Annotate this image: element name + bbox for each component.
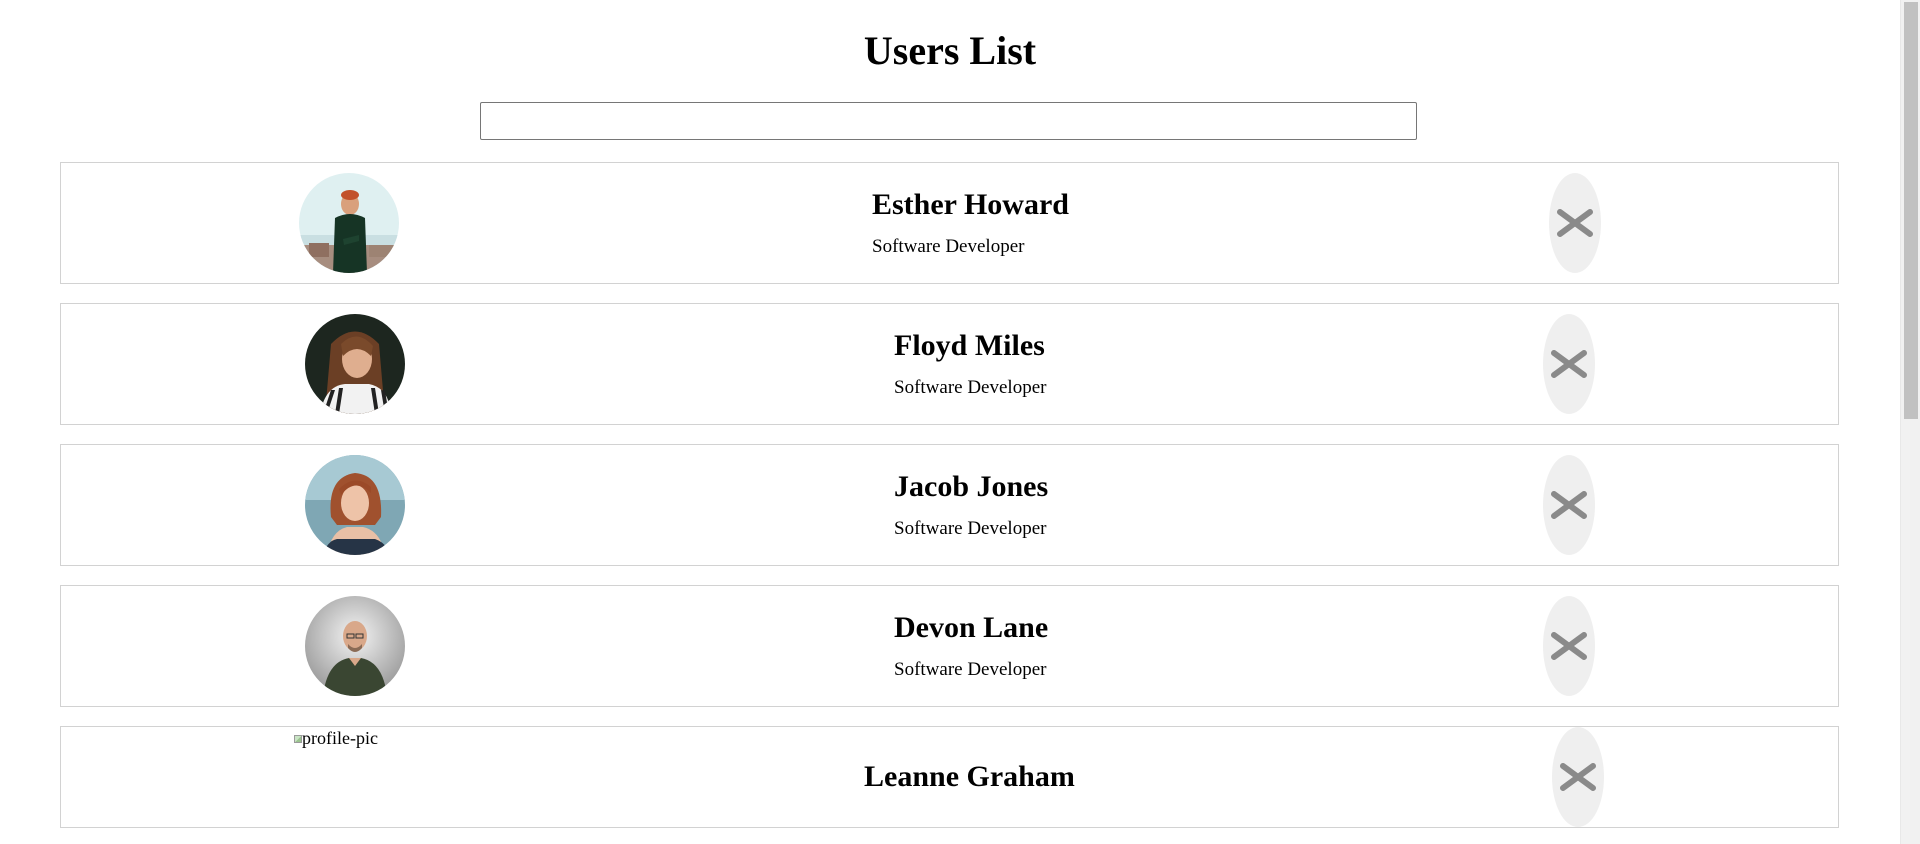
user-name: Leanne Graham — [864, 760, 1075, 793]
user-name: Esther Howard — [872, 188, 1069, 221]
delete-user-button[interactable] — [1552, 727, 1604, 827]
user-card: Floyd Miles Software Developer — [60, 303, 1839, 425]
search-input[interactable] — [480, 102, 1417, 140]
page-title: Users List — [863, 28, 1037, 73]
user-role: Software Developer — [894, 377, 1047, 398]
close-icon — [1557, 209, 1593, 237]
user-info: Esther Howard Software Developer — [872, 173, 1069, 259]
user-name: Devon Lane — [894, 611, 1049, 644]
delete-user-button[interactable] — [1543, 455, 1595, 555]
close-icon — [1551, 350, 1587, 378]
page: Users List Esther Howard Software Develo… — [0, 0, 1920, 844]
user-card: profile-pic Leanne Graham — [60, 726, 1839, 828]
delete-user-button[interactable] — [1543, 314, 1595, 414]
user-avatar — [305, 455, 405, 555]
delete-user-button[interactable] — [1549, 173, 1601, 273]
scrollbar-thumb[interactable] — [1904, 2, 1918, 419]
user-avatar — [305, 596, 405, 696]
user-role: Software Developer — [894, 659, 1047, 680]
user-name: Floyd Miles — [894, 329, 1045, 362]
user-card: Jacob Jones Software Developer — [60, 444, 1839, 566]
user-name: Jacob Jones — [894, 470, 1049, 503]
broken-image-icon — [294, 735, 302, 743]
close-icon — [1560, 763, 1596, 791]
user-role: Software Developer — [872, 236, 1025, 257]
close-icon — [1551, 491, 1587, 519]
user-info: Jacob Jones Software Developer — [894, 455, 1048, 541]
users-list: Esther Howard Software Developer Floyd M… — [60, 162, 1839, 844]
user-avatar-broken: profile-pic — [294, 727, 384, 749]
user-avatar — [299, 173, 399, 273]
user-card: Devon Lane Software Developer — [60, 585, 1839, 707]
user-role: Software Developer — [894, 518, 1047, 539]
delete-user-button[interactable] — [1543, 596, 1595, 696]
user-info: Leanne Graham — [864, 737, 1075, 797]
vertical-scrollbar[interactable] — [1900, 0, 1920, 844]
close-icon — [1551, 632, 1587, 660]
user-info: Floyd Miles Software Developer — [894, 314, 1046, 400]
avatar-alt-text: profile-pic — [302, 728, 378, 748]
user-card: Esther Howard Software Developer — [60, 162, 1839, 284]
user-avatar — [305, 314, 405, 414]
user-info: Devon Lane Software Developer — [894, 596, 1048, 682]
